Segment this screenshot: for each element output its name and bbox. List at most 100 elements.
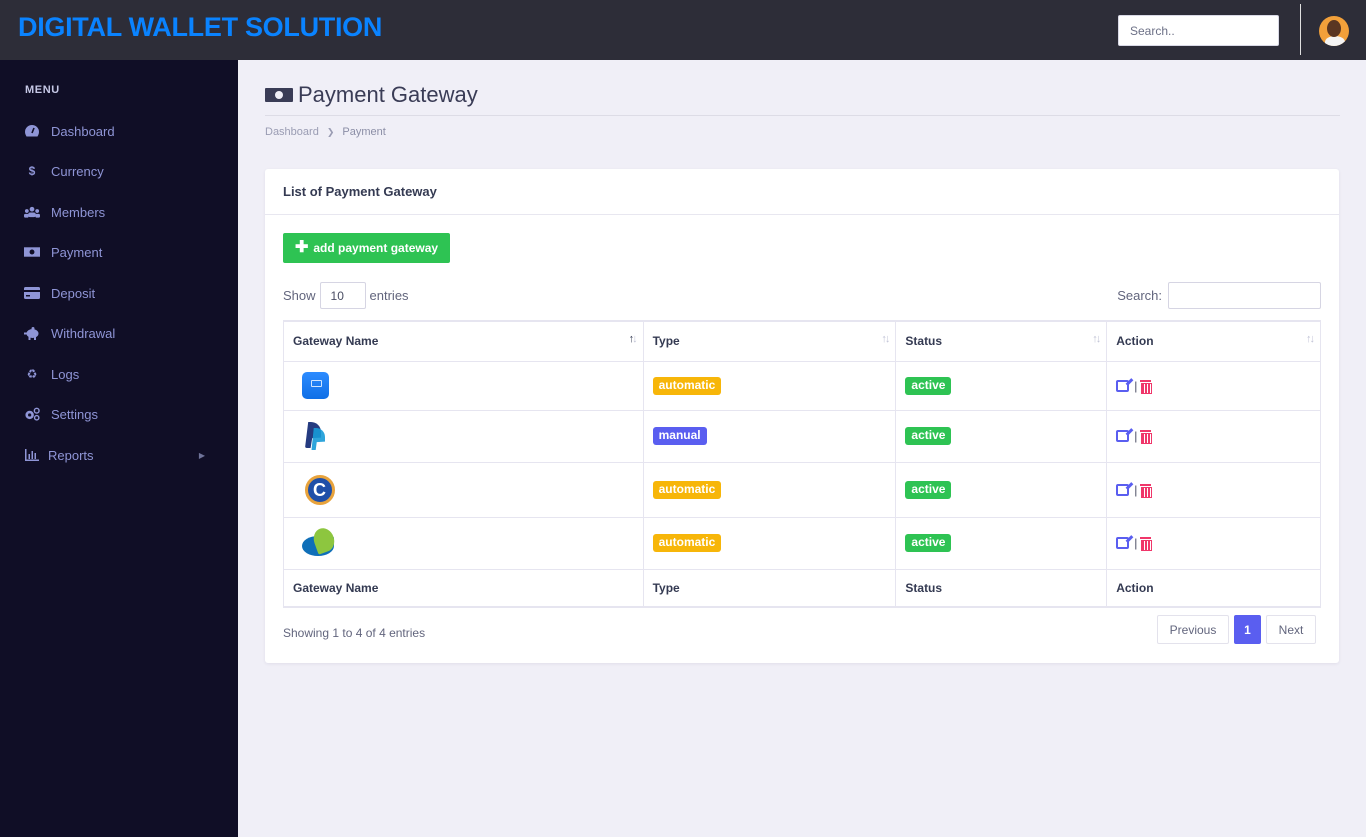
footer-gateway-name: Gateway Name: [283, 568, 644, 608]
breadcrumb-dashboard[interactable]: Dashboard: [265, 126, 319, 138]
previous-page-button[interactable]: Previous: [1157, 615, 1229, 644]
breadcrumb: Dashboard ❯ Payment: [265, 126, 386, 138]
type-badge: automatic: [652, 376, 722, 395]
column-label: Type: [652, 334, 680, 349]
column-label: Status: [905, 334, 943, 349]
sort-icon: ↑↓: [881, 333, 890, 345]
gateway-logo-cell: [283, 360, 644, 411]
sidebar-item-label: Currency: [51, 163, 104, 179]
type-cell: automatic: [642, 461, 897, 518]
add-payment-gateway-button[interactable]: ✚ add payment gateway: [283, 233, 450, 263]
action-separator: |: [1134, 429, 1138, 443]
recycle-icon: ♻: [26, 367, 38, 381]
sidebar-item-label: Reports: [48, 447, 94, 463]
chevron-right-icon: ▶: [198, 450, 205, 460]
sidebar-item-members[interactable]: Members: [0, 197, 238, 227]
sort-icon: ↑↓: [1092, 333, 1101, 345]
top-bar: DIGITAL WALLET SOLUTION: [0, 0, 1366, 60]
plus-icon: ✚: [294, 239, 309, 256]
status-badge: active: [905, 427, 952, 445]
action-separator: |: [1134, 536, 1138, 550]
gateway-logo-cell: [283, 516, 644, 570]
footer-action: Action: [1106, 568, 1321, 608]
brand-title[interactable]: DIGITAL WALLET SOLUTION: [18, 12, 382, 43]
page-title-text: Payment Gateway: [298, 82, 478, 107]
status-badge: active: [905, 376, 952, 395]
trash-icon[interactable]: [1140, 537, 1153, 551]
user-avatar[interactable]: [1319, 16, 1349, 46]
page-length-select[interactable]: 10: [319, 282, 366, 309]
pagination: Previous 1 Next: [1152, 615, 1316, 644]
next-page-button[interactable]: Next: [1266, 615, 1316, 644]
sidebar-item-reports[interactable]: Reports ▶: [0, 440, 238, 470]
table-row: automatic active |: [283, 360, 1321, 411]
type-badge: automatic: [652, 480, 722, 499]
header-divider: [1300, 4, 1301, 55]
bar-chart-icon: [24, 448, 40, 462]
menu-title: MENU: [25, 84, 60, 96]
sidebar-item-payment[interactable]: Payment: [0, 237, 238, 267]
type-cell: automatic: [642, 516, 897, 570]
action-cell: |: [1106, 516, 1321, 570]
status-cell: active: [895, 360, 1108, 411]
table-search-input[interactable]: [1168, 282, 1321, 309]
footer-status: Status: [895, 568, 1108, 608]
action-cell: |: [1106, 360, 1321, 411]
action-cell: |: [1106, 461, 1321, 518]
footer-type: Type: [642, 568, 897, 608]
sidebar-item-dashboard[interactable]: Dashboard: [0, 116, 238, 146]
gateway-table: Gateway Name ↑↓ Type ↑↓ Status ↑↓ Action ↑↓ …: [283, 320, 1321, 608]
entries-label: entries: [369, 288, 409, 303]
show-label: Show: [283, 288, 316, 303]
action-cell: |: [1106, 409, 1321, 463]
type-badge: manual: [652, 427, 707, 445]
status-cell: active: [895, 516, 1108, 570]
breadcrumb-current: Payment: [342, 126, 386, 138]
page-1-button[interactable]: 1: [1234, 615, 1261, 644]
sidebar-item-label: Dashboard: [51, 123, 115, 139]
sidebar-item-withdrawal[interactable]: Withdrawal: [0, 318, 238, 348]
coin-c-logo: [305, 474, 335, 505]
sidebar-item-currency[interactable]: $ Currency: [0, 156, 238, 186]
column-label: Action: [1116, 334, 1154, 349]
add-button-label: add payment gateway: [313, 241, 439, 255]
trash-icon[interactable]: [1140, 483, 1153, 498]
ocash-logo: [302, 372, 329, 399]
sidebar-item-label: Members: [51, 204, 106, 220]
table-info: Showing 1 to 4 of 4 entries: [283, 626, 426, 640]
card-title: List of Payment Gateway: [265, 169, 1339, 215]
sidebar-item-label: Withdrawal: [51, 325, 116, 341]
status-cell: active: [895, 461, 1108, 518]
cogs-icon: [24, 407, 40, 421]
sidebar-item-settings[interactable]: Settings: [0, 399, 238, 429]
leaf-logo: [302, 525, 338, 558]
sidebar-item-deposit[interactable]: Deposit: [0, 278, 238, 308]
trash-icon[interactable]: [1140, 379, 1153, 394]
page-length-control: Show 10 entries: [283, 282, 409, 309]
title-divider: [265, 115, 1340, 116]
header-search-input[interactable]: [1118, 15, 1279, 46]
gateway-logo-cell: [283, 461, 644, 518]
type-cell: automatic: [642, 360, 897, 411]
sidebar-item-label: Payment: [51, 244, 103, 260]
table-footer-row: Gateway Name Type Status Action: [283, 568, 1321, 608]
trash-icon[interactable]: [1140, 430, 1153, 444]
edit-icon[interactable]: [1116, 483, 1130, 496]
column-header-gateway-name[interactable]: Gateway Name ↑↓: [283, 320, 644, 362]
money-bill-icon: [24, 245, 40, 259]
edit-icon[interactable]: [1116, 379, 1130, 392]
sidebar-item-label: Deposit: [51, 285, 96, 301]
column-label: Gateway Name: [293, 334, 379, 349]
sidebar-item-logs[interactable]: ♻ Logs: [0, 359, 238, 389]
edit-icon[interactable]: [1116, 537, 1130, 549]
table-search: Search:: [1117, 282, 1321, 309]
sidebar-item-label: Logs: [51, 366, 80, 382]
column-header-type[interactable]: Type ↑↓: [642, 320, 897, 362]
credit-card-icon: [24, 286, 40, 300]
action-separator: |: [1134, 378, 1138, 393]
column-header-action[interactable]: Action ↑↓: [1106, 320, 1321, 362]
column-header-status[interactable]: Status ↑↓: [895, 320, 1108, 362]
edit-icon[interactable]: [1116, 430, 1130, 442]
gateway-logo-cell: [283, 409, 644, 463]
avatar-shirt: [1325, 36, 1345, 46]
